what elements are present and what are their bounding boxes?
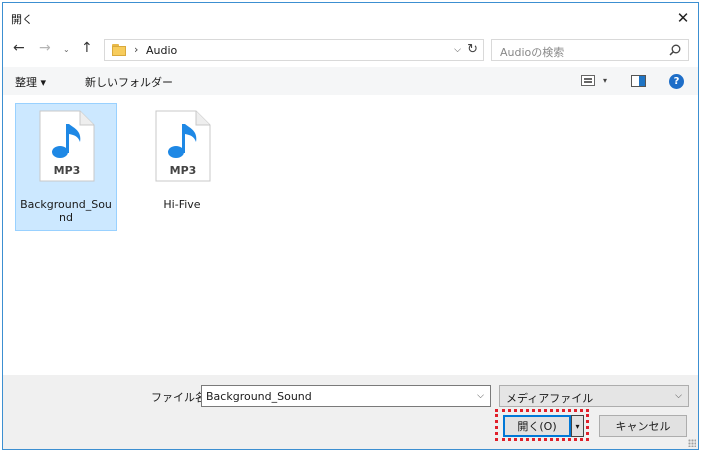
refresh-icon[interactable]: ↻: [467, 42, 478, 57]
file-name: Background_Sound: [20, 198, 112, 224]
search-icon[interactable]: [668, 43, 682, 57]
file-type-label: MP3: [170, 164, 197, 177]
chevron-down-icon[interactable]: ⌵: [675, 391, 682, 401]
organize-menu-button[interactable]: 整理 ▾: [15, 74, 46, 90]
file-name: Hi-Five: [163, 198, 201, 211]
resize-grip-icon[interactable]: [688, 439, 696, 447]
filename-value[interactable]: Background_Sound: [206, 390, 312, 403]
address-bar[interactable]: › Audio ⌵ ↻: [104, 39, 484, 61]
breadcrumb-audio[interactable]: Audio: [146, 44, 177, 57]
up-arrow-icon[interactable]: ↑: [81, 41, 93, 55]
view-dropdown-icon[interactable]: ▾: [603, 76, 607, 85]
back-arrow-icon[interactable]: ←: [13, 41, 25, 55]
help-icon[interactable]: ?: [669, 74, 684, 89]
file-type-filter-value: メディアファイル: [506, 392, 594, 405]
file-item-hi-five[interactable]: MP3 Hi-Five: [131, 103, 233, 231]
file-type-filter-select[interactable]: メディアファイル ⌵: [499, 385, 689, 407]
recent-locations-icon[interactable]: ⌄: [63, 43, 70, 57]
search-placeholder: Audioの検索: [500, 46, 565, 59]
filename-input[interactable]: Background_Sound ⌵: [201, 385, 491, 407]
preview-pane-icon[interactable]: [631, 75, 646, 87]
file-type-label: MP3: [54, 164, 81, 177]
search-input[interactable]: Audioの検索: [491, 39, 689, 61]
open-options-dropdown-icon[interactable]: ▾: [571, 415, 584, 437]
mp3-file-icon: MP3: [39, 110, 95, 182]
new-folder-button[interactable]: 新しいフォルダー: [85, 74, 173, 90]
forward-arrow-icon[interactable]: →: [39, 41, 51, 55]
command-bar: 整理 ▾ 新しいフォルダー ▾ ?: [3, 67, 698, 95]
close-button[interactable]: ✕: [668, 3, 698, 33]
title-bar: 開く ✕: [3, 3, 698, 33]
dialog-footer: ファイル名(N): Background_Sound ⌵ メディアファイル ⌵ …: [3, 375, 698, 449]
chevron-down-icon[interactable]: ⌵: [454, 45, 461, 55]
view-options-icon[interactable]: [581, 75, 595, 86]
open-button[interactable]: 開く(O): [503, 415, 571, 437]
file-item-background-sound[interactable]: MP3 Background_Sound: [15, 103, 117, 231]
cancel-button[interactable]: キャンセル: [599, 415, 687, 437]
open-file-dialog: 開く ✕ ← → ⌄ ↑ › Audio ⌵ ↻ Audioの検索 整理 ▾ 新…: [2, 2, 699, 450]
folder-icon: [112, 44, 126, 56]
breadcrumb-separator[interactable]: ›: [134, 43, 138, 56]
dialog-title: 開く: [11, 13, 33, 26]
file-list[interactable]: MP3 Background_Sound MP3 Hi-Five: [3, 97, 698, 375]
mp3-file-icon: MP3: [155, 110, 211, 182]
chevron-down-icon[interactable]: ⌵: [477, 391, 484, 401]
